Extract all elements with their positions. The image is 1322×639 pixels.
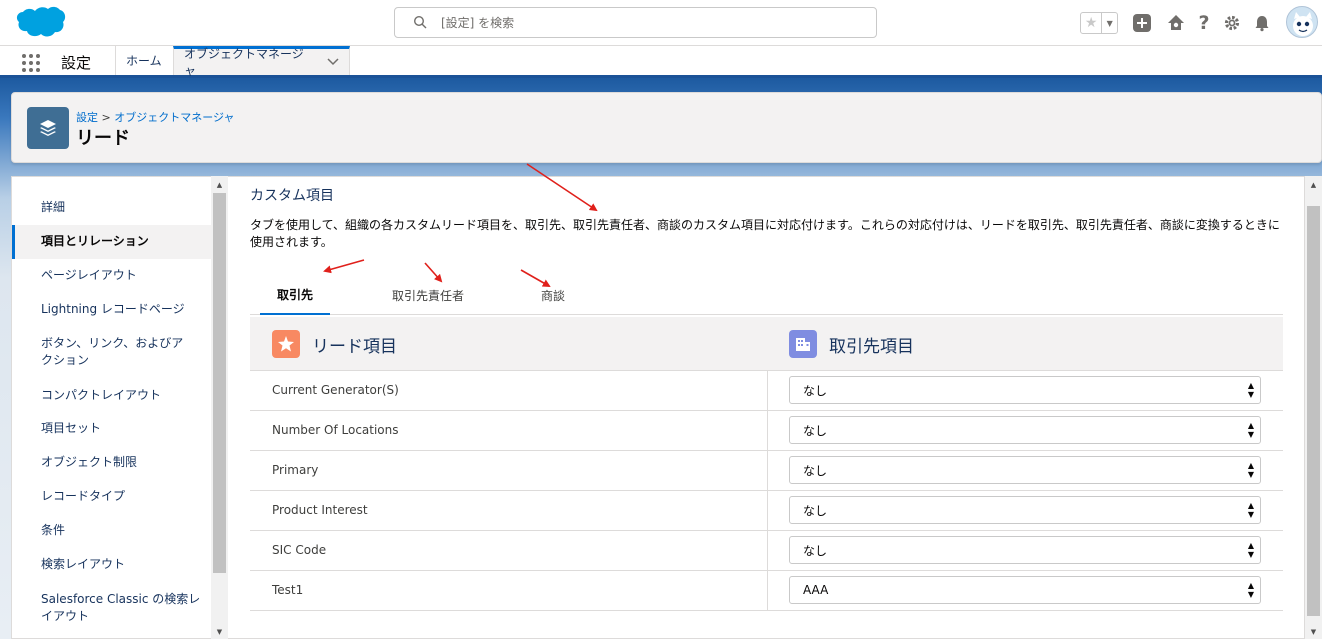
mapping-select[interactable]: なし ▲ ▼ (789, 416, 1261, 444)
tab-contact[interactable]: 取引先責任者 (378, 275, 478, 315)
sidebar-item-search-layouts[interactable]: 検索レイアウト (12, 556, 212, 573)
field-mapping-table: リード項目 取引先項目 Current Generator(S) なし ▲ ▼ Nu… (250, 317, 1283, 611)
help-icon[interactable]: ? (1194, 12, 1214, 34)
scroll-down-icon[interactable]: ▼ (1305, 625, 1322, 639)
scrollbar-thumb[interactable] (213, 193, 226, 573)
table-row: Test1 AAA ▲ ▼ (250, 571, 1283, 611)
app-name: 設定 (61, 54, 92, 72)
lead-field-header: リード項目 (272, 317, 397, 371)
main-panel: カスタム項目 タブを使用して、組織の各カスタムリード項目を、取引先、取引先責任者… (228, 176, 1305, 639)
mapping-select-value: なし (803, 503, 828, 518)
scroll-up-icon[interactable]: ▲ (1305, 178, 1322, 192)
sidebar-item-field-sets[interactable]: 項目セット (12, 420, 212, 437)
scroll-up-icon[interactable]: ▲ (211, 178, 228, 192)
mapping-select[interactable]: なし ▲ ▼ (789, 376, 1261, 404)
sidebar-item-buttons-links-actions[interactable]: ボタン、リンク、およびア クション (12, 335, 212, 369)
global-header: ★ ▼ ? (0, 0, 1322, 46)
tab-account[interactable]: 取引先 (260, 275, 330, 315)
main-scrollbar[interactable]: ▲ ▼ (1305, 176, 1322, 639)
breadcrumb: 設定 > オブジェクトマネージャ (76, 109, 234, 125)
nav-tab-object-manager[interactable]: オブジェクトマネージャ (173, 46, 350, 78)
updown-arrows-icon: ▲ ▼ (1247, 501, 1254, 519)
account-icon (789, 330, 817, 358)
nav-tab-label: ホーム (126, 54, 162, 68)
section-title: カスタム項目 (250, 188, 334, 204)
sidebar-item-page-layouts[interactable]: ページレイアウト (12, 267, 212, 284)
mapping-tabs: 取引先 取引先責任者 商談 (250, 275, 1283, 315)
updown-arrows-icon: ▲ ▼ (1247, 461, 1254, 479)
mapping-select[interactable]: AAA ▲ ▼ (789, 576, 1261, 604)
lead-field-header-label: リード項目 (312, 336, 397, 357)
context-nav-bar: 設定 ホーム オブジェクトマネージャ (0, 46, 1322, 78)
mapping-select-value: なし (803, 423, 828, 438)
lead-field-name: Number Of Locations (272, 423, 399, 437)
bell-icon[interactable] (1252, 13, 1272, 33)
target-field-header-label: 取引先項目 (829, 336, 914, 357)
lead-field-name: Primary (272, 463, 319, 477)
mapping-select[interactable]: なし ▲ ▼ (789, 496, 1261, 524)
table-row: Number Of Locations なし ▲ ▼ (250, 411, 1283, 451)
lead-icon (272, 330, 300, 358)
sidebar-item-object-limits[interactable]: オブジェクト制限 (12, 454, 212, 471)
sidebar: 詳細 項目とリレーション ページレイアウト Lightning レコードページ … (11, 176, 228, 639)
updown-arrows-icon: ▲ ▼ (1247, 381, 1254, 399)
layers-icon (27, 107, 69, 149)
page-title: リード (76, 128, 130, 149)
updown-arrows-icon: ▲ ▼ (1247, 421, 1254, 439)
target-field-header: 取引先項目 (789, 317, 914, 371)
updown-arrows-icon: ▲ ▼ (1247, 541, 1254, 559)
mapping-select-value: なし (803, 543, 828, 558)
star-icon[interactable]: ★ (1081, 13, 1103, 33)
search-icon (413, 15, 427, 29)
table-header: リード項目 取引先項目 (250, 317, 1283, 371)
mapping-select-value: AAA (803, 583, 829, 597)
tab-opportunity[interactable]: 商談 (528, 275, 578, 315)
sidebar-scrollbar[interactable]: ▲ ▼ (211, 176, 228, 639)
lead-field-name: Product Interest (272, 503, 368, 517)
sidebar-item-compact-layouts[interactable]: コンパクトレイアウト (12, 387, 212, 404)
chevron-down-icon[interactable] (327, 56, 339, 69)
updown-arrows-icon: ▲ ▼ (1247, 581, 1254, 599)
add-icon[interactable] (1132, 13, 1152, 33)
global-search[interactable] (394, 7, 877, 38)
scrollbar-thumb[interactable] (1307, 206, 1320, 616)
nav-tab-label: オブジェクトマネージャ (184, 47, 304, 78)
table-row: Primary なし ▲ ▼ (250, 451, 1283, 491)
mapping-select-value: なし (803, 463, 828, 478)
breadcrumb-link-setup[interactable]: 設定 (76, 111, 98, 124)
table-row: Product Interest なし ▲ ▼ (250, 491, 1283, 531)
sidebar-item-restriction-rules[interactable]: 条件 (12, 522, 212, 539)
sidebar-item-fields-relationships[interactable]: 項目とリレーション (12, 225, 212, 259)
sidebar-item-classic-search-layouts[interactable]: Salesforce Classic の検索レ イアウト (12, 591, 212, 625)
sidebar-item-record-types[interactable]: レコードタイプ (12, 488, 212, 505)
breadcrumb-link-object-manager[interactable]: オブジェクトマネージャ (114, 111, 234, 124)
gear-icon[interactable] (1222, 13, 1242, 33)
salesforce-logo[interactable] (14, 5, 66, 41)
breadcrumb-separator: > (101, 111, 111, 124)
favorites-group: ★ ▼ (1080, 12, 1118, 34)
lead-field-name: Current Generator(S) (272, 383, 399, 397)
chevron-down-icon[interactable]: ▼ (1102, 13, 1117, 33)
mapping-select[interactable]: なし ▲ ▼ (789, 456, 1261, 484)
search-input[interactable] (441, 8, 861, 37)
app-launcher-icon[interactable] (22, 54, 40, 72)
nav-tab-home[interactable]: ホーム (115, 46, 172, 75)
sidebar-item-details[interactable]: 詳細 (12, 199, 212, 216)
table-row: Current Generator(S) なし ▲ ▼ (250, 371, 1283, 411)
mapping-select[interactable]: なし ▲ ▼ (789, 536, 1261, 564)
avatar[interactable] (1286, 6, 1318, 38)
page-header: 設定 > オブジェクトマネージャ リード (11, 92, 1322, 163)
scroll-down-icon[interactable]: ▼ (211, 625, 228, 639)
mapping-select-value: なし (803, 383, 828, 398)
table-row: SIC Code なし ▲ ▼ (250, 531, 1283, 571)
lead-field-name: SIC Code (272, 543, 327, 557)
section-description: タブを使用して、組織の各カスタムリード項目を、取引先、取引先責任者、商談のカスタ… (250, 218, 1280, 249)
sidebar-item-lightning-record-pages[interactable]: Lightning レコードページ (12, 301, 212, 318)
trailhead-icon[interactable] (1166, 13, 1186, 33)
lead-field-name: Test1 (272, 583, 304, 597)
